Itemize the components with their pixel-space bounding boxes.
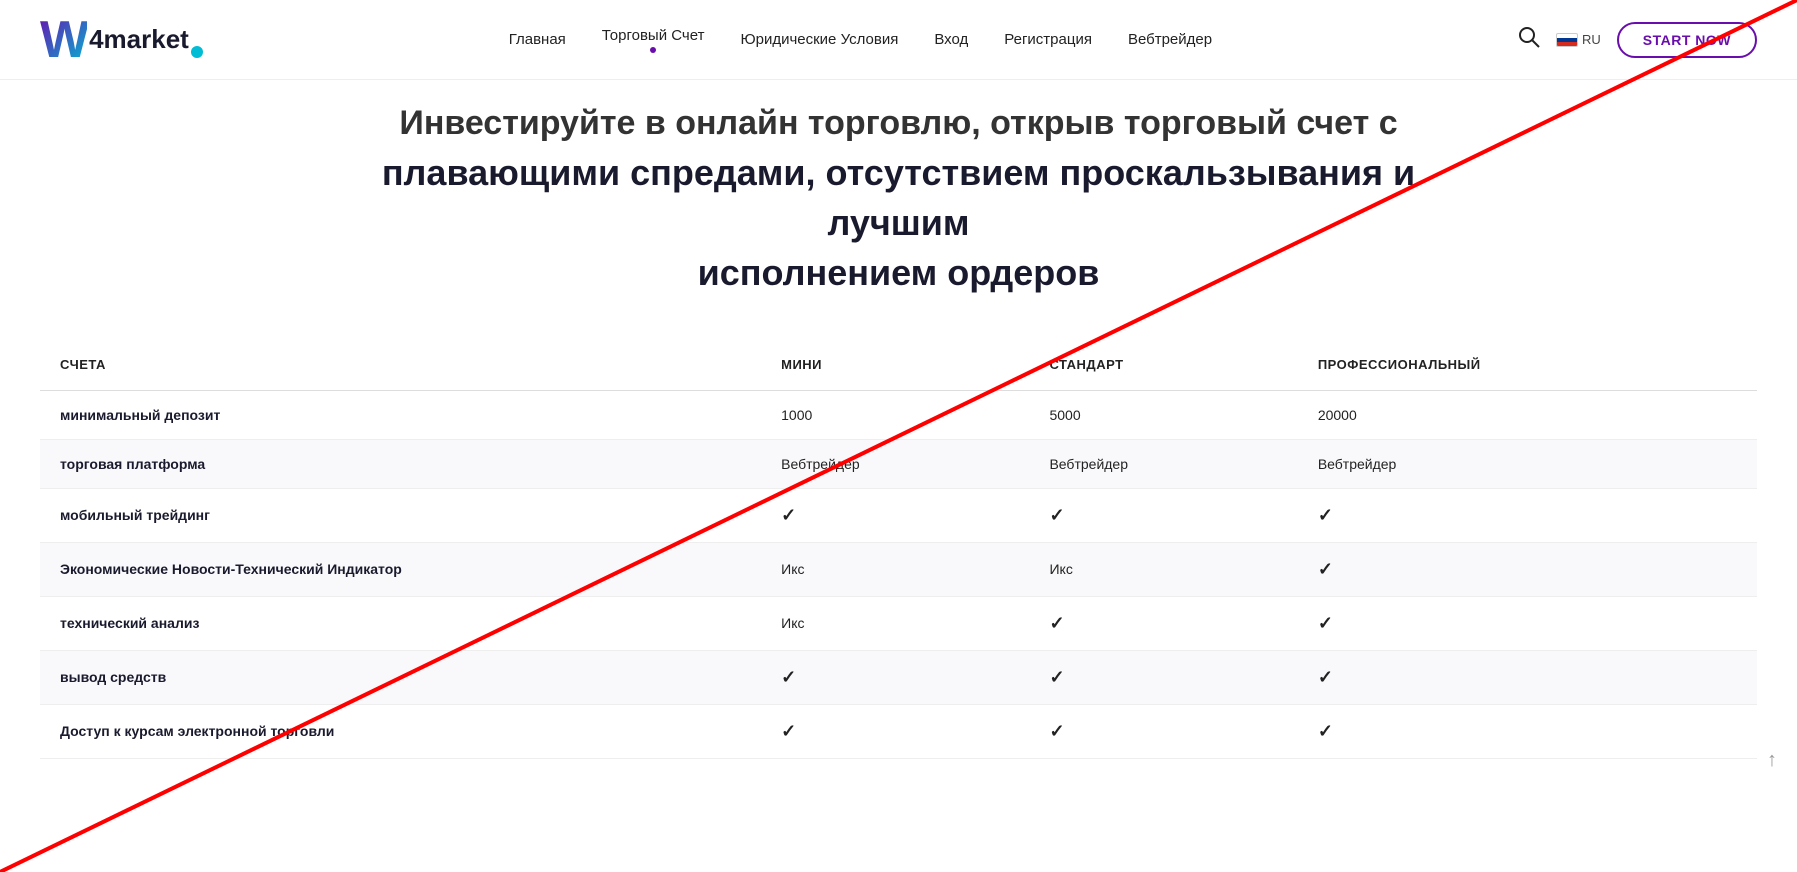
check-icon: ✓ [1049,613,1064,633]
table-body: минимальный депозит1000500020000торговая… [40,390,1757,758]
row-cell-standart: 5000 [1029,390,1297,439]
header: W 4market Главная Торговый Счет Юридичес… [0,0,1797,80]
nav-item-home[interactable]: Главная [509,31,566,48]
accounts-table: СЧЕТА МИНИ СТАНДАРТ ПРОФЕССИОНАЛЬНЫЙ мин… [40,339,1757,759]
row-cell-prof: ✓ [1298,704,1757,758]
row-label: минимальный депозит [40,390,761,439]
logo-dot [191,46,203,58]
table-row: технический анализ Икс ✓ ✓ [40,596,1757,650]
nav-item-register[interactable]: Регистрация [1004,31,1092,48]
language-label: RU [1582,32,1601,47]
nav-item-login[interactable]: Вход [934,31,968,48]
check-icon: ✓ [1318,721,1333,741]
col-header-standard: СТАНДАРТ [1029,339,1297,391]
check-icon: ✓ [1318,667,1333,687]
logo-text: 4market [89,24,189,55]
row-cell-standart: ✓ [1029,650,1297,704]
check-icon: ✓ [781,721,796,741]
col-header-professional: ПРОФЕССИОНАЛЬНЫЙ [1298,339,1757,391]
row-label: торговая платформа [40,439,761,488]
x-value: Икс [781,561,804,577]
row-cell-standart: ✓ [1029,704,1297,758]
row-cell-mini: ✓ [761,488,1029,542]
row-cell-mini: Вебтрейдер [761,439,1029,488]
row-cell-standart: Икс [1029,542,1297,596]
table-row: Доступ к курсам электронной торговли ✓ ✓ ✓ [40,704,1757,758]
main-nav: Главная Торговый Счет Юридические Услови… [509,27,1212,53]
table-row: Экономические Новости-Технический Индика… [40,542,1757,596]
nav-item-trading-account[interactable]: Торговый Счет [602,27,705,53]
check-icon: ✓ [1049,667,1064,687]
row-cell-prof: ✓ [1298,542,1757,596]
check-icon: ✓ [1318,505,1333,525]
flag-icon [1556,33,1578,47]
row-label: Экономические Новости-Технический Индика… [40,542,761,596]
accounts-table-container: СЧЕТА МИНИ СТАНДАРТ ПРОФЕССИОНАЛЬНЫЙ мин… [0,339,1797,799]
check-icon: ✓ [781,667,796,687]
x-value: Икс [1049,561,1072,577]
row-cell-mini: Икс [761,542,1029,596]
row-cell-standart: Вебтрейдер [1029,439,1297,488]
row-cell-prof: ✓ [1298,596,1757,650]
col-header-mini: МИНИ [761,339,1029,391]
table-header: СЧЕТА МИНИ СТАНДАРТ ПРОФЕССИОНАЛЬНЫЙ [40,339,1757,391]
table-row: минимальный депозит1000500020000 [40,390,1757,439]
check-icon: ✓ [1318,559,1333,579]
nav-item-legal[interactable]: Юридические Условия [740,31,898,48]
row-cell-prof: 20000 [1298,390,1757,439]
row-cell-prof: ✓ [1298,488,1757,542]
check-icon: ✓ [1049,505,1064,525]
start-now-button[interactable]: START NOW [1617,22,1757,58]
row-cell-prof: ✓ [1298,650,1757,704]
table-row: вывод средств ✓ ✓ ✓ [40,650,1757,704]
table-row: торговая платформаВебтрейдерВебтрейдерВе… [40,439,1757,488]
x-value: Икс [781,615,804,631]
row-cell-mini: ✓ [761,704,1029,758]
col-header-accounts: СЧЕТА [40,339,761,391]
table-row: мобильный трейдинг ✓ ✓ ✓ [40,488,1757,542]
row-label: вывод средств [40,650,761,704]
scroll-up-button[interactable]: ↑ [1767,749,1777,772]
hero-line2: плавающими спредами, отсутствием проскал… [349,148,1449,249]
logo-w-letter: W [40,14,87,66]
hero-title: Инвестируйте в онлайн торговлю, открыв т… [349,100,1449,299]
row-cell-mini: Икс [761,596,1029,650]
row-cell-standart: ✓ [1029,488,1297,542]
row-cell-mini: ✓ [761,650,1029,704]
logo[interactable]: W 4market [40,14,203,66]
row-label: мобильный трейдинг [40,488,761,542]
row-cell-standart: ✓ [1029,596,1297,650]
row-cell-mini: 1000 [761,390,1029,439]
row-cell-prof: Вебтрейдер [1298,439,1757,488]
language-selector[interactable]: RU [1556,32,1601,47]
row-label: технический анализ [40,596,761,650]
check-icon: ✓ [1049,721,1064,741]
hero-line3: исполнением ордеров [349,248,1449,298]
header-right: RU START NOW [1518,22,1757,58]
check-icon: ✓ [1318,613,1333,633]
hero-line1: Инвестируйте в онлайн торговлю, открыв т… [349,100,1449,148]
search-icon[interactable] [1518,26,1540,54]
hero-section: Инвестируйте в онлайн торговлю, открыв т… [0,80,1797,339]
check-icon: ✓ [781,505,796,525]
row-label: Доступ к курсам электронной торговли [40,704,761,758]
nav-item-webtrader[interactable]: Вебтрейдер [1128,31,1212,48]
